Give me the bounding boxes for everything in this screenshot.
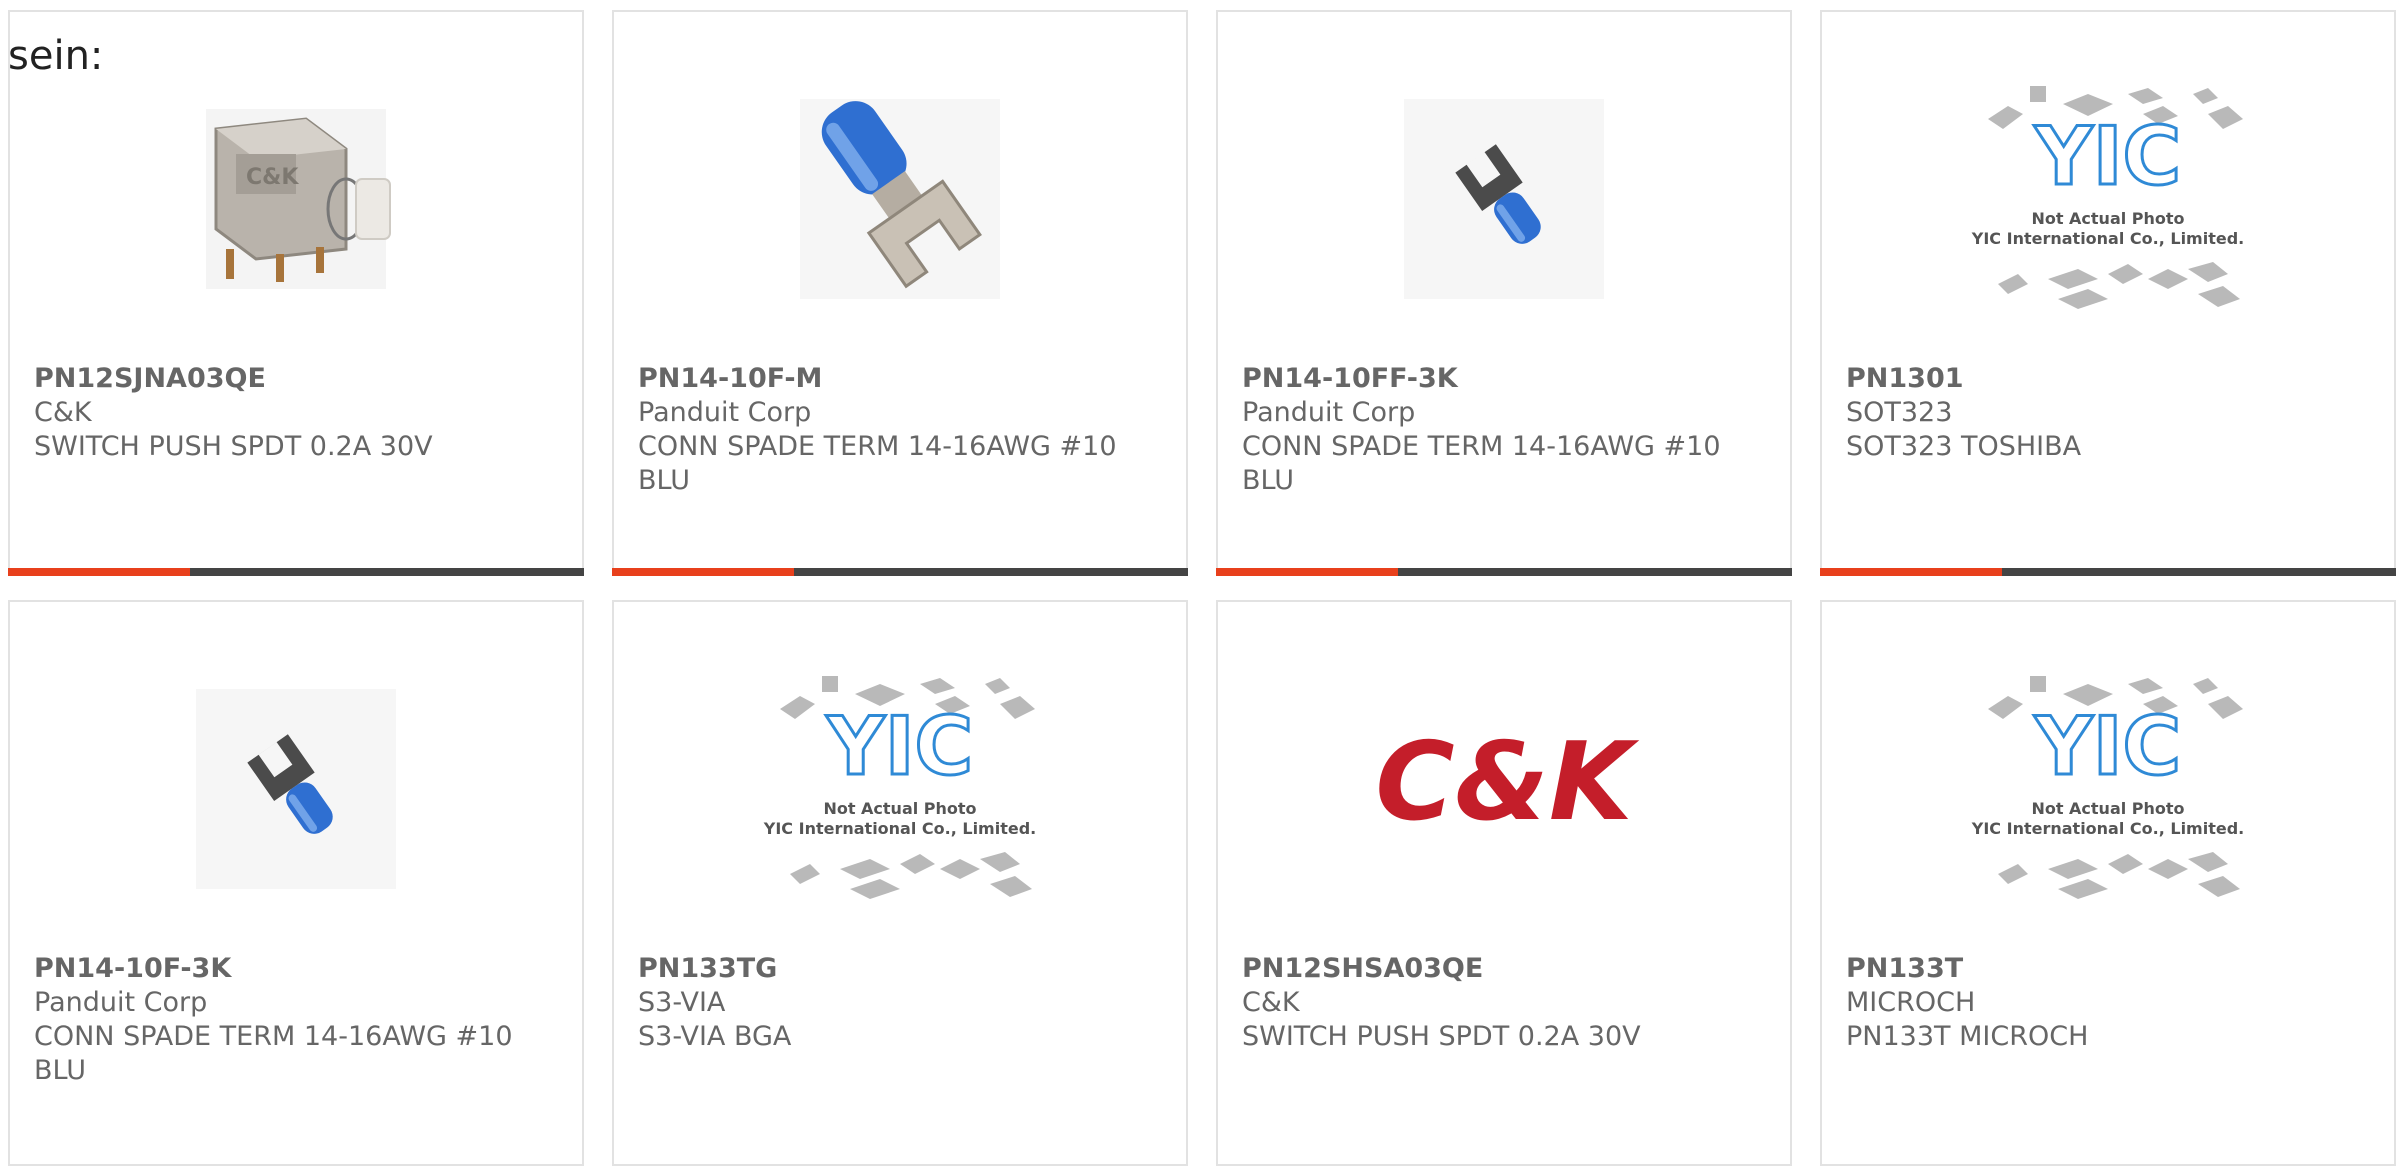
- placeholder-logo: YIC: [2034, 110, 2181, 203]
- placeholder-line2: YIC International Co., Limited.: [763, 819, 1036, 838]
- placeholder-line2: YIC International Co., Limited.: [1971, 229, 2244, 248]
- part-number[interactable]: PN133TG: [638, 952, 1166, 986]
- part-number[interactable]: PN1301: [1846, 362, 2374, 396]
- description: CONN SPADE TERM 14-16AWG #10 BLU: [34, 1021, 513, 1086]
- placeholder-line2: YIC International Co., Limited.: [1971, 819, 2244, 838]
- description: SOT323 TOSHIBA: [1846, 431, 2082, 462]
- push-switch-image: C&K: [206, 109, 391, 289]
- description: SWITCH PUSH SPDT 0.2A 30V: [34, 431, 433, 462]
- svg-text:C&K: C&K: [246, 165, 299, 190]
- manufacturer: Panduit Corp: [34, 987, 208, 1018]
- placeholder-logo: YIC: [2034, 700, 2181, 793]
- manufacturer: Panduit Corp: [1242, 397, 1416, 428]
- product-card[interactable]: YIC Not Actual Photo YIC International C…: [612, 600, 1188, 1166]
- ck-brand-logo: C&K: [1375, 720, 1639, 845]
- placeholder-line1: Not Actual Photo: [2031, 799, 2184, 818]
- product-card[interactable]: YIC Not Actual Photo YIC International C…: [1820, 10, 2396, 576]
- card-accent-bar: [1820, 568, 2396, 576]
- description: S3-VIA BGA: [638, 1021, 792, 1052]
- manufacturer: C&K: [34, 397, 92, 428]
- description: SWITCH PUSH SPDT 0.2A 30V: [1242, 1021, 1641, 1052]
- part-number[interactable]: PN14-10F-3K: [34, 952, 562, 986]
- not-actual-photo-placeholder: YIC Not Actual Photo YIC International C…: [1971, 676, 2244, 899]
- product-card[interactable]: C&K PN12SJNA03QE C&K SWITCH PUSH SPDT 0.…: [8, 10, 584, 576]
- placeholder-line1: Not Actual Photo: [2031, 209, 2184, 228]
- part-number[interactable]: PN133T: [1846, 952, 2374, 986]
- manufacturer: MICROCH: [1846, 987, 1976, 1018]
- manufacturer: SOT323: [1846, 397, 1953, 428]
- product-image[interactable]: YIC Not Actual Photo YIC International C…: [760, 664, 1040, 914]
- part-number[interactable]: PN14-10F-M: [638, 362, 1166, 396]
- placeholder-logo: YIC: [826, 700, 973, 793]
- product-image[interactable]: [760, 74, 1040, 324]
- product-image[interactable]: [1364, 74, 1644, 324]
- manufacturer: Panduit Corp: [638, 397, 812, 428]
- product-image[interactable]: C&K: [1364, 664, 1644, 914]
- part-number[interactable]: PN12SHSA03QE: [1242, 952, 1770, 986]
- product-image[interactable]: C&K: [156, 74, 436, 324]
- description: CONN SPADE TERM 14-16AWG #10 BLU: [1242, 431, 1721, 496]
- product-image[interactable]: [156, 664, 436, 914]
- intro-text: sein:: [8, 33, 104, 79]
- card-accent-bar: [8, 568, 584, 576]
- not-actual-photo-placeholder: YIC Not Actual Photo YIC International C…: [763, 676, 1036, 899]
- manufacturer: C&K: [1242, 987, 1300, 1018]
- card-accent-bar: [1216, 568, 1792, 576]
- card-accent-bar: [612, 568, 1188, 576]
- spade-terminal-image: [800, 99, 1000, 299]
- manufacturer: S3-VIA: [638, 987, 726, 1018]
- product-card[interactable]: PN14-10F-M Panduit Corp CONN SPADE TERM …: [612, 10, 1188, 576]
- not-actual-photo-placeholder: YIC Not Actual Photo YIC International C…: [1971, 86, 2244, 309]
- product-card[interactable]: C&K PN12SHSA03QE C&K SWITCH PUSH SPDT 0.…: [1216, 600, 1792, 1166]
- product-image[interactable]: YIC Not Actual Photo YIC International C…: [1968, 664, 2248, 914]
- product-card[interactable]: PN14-10F-3K Panduit Corp CONN SPADE TERM…: [8, 600, 584, 1166]
- product-image[interactable]: YIC Not Actual Photo YIC International C…: [1968, 74, 2248, 324]
- brand-logo-text: C&K: [1375, 720, 1639, 845]
- spade-terminal-image: [196, 689, 396, 889]
- part-number[interactable]: PN14-10FF-3K: [1242, 362, 1770, 396]
- part-number[interactable]: PN12SJNA03QE: [34, 362, 562, 396]
- product-card[interactable]: PN14-10FF-3K Panduit Corp CONN SPADE TER…: [1216, 10, 1792, 576]
- description: PN133T MICROCH: [1846, 1021, 2089, 1052]
- spade-terminal-image: [1404, 99, 1604, 299]
- product-card[interactable]: YIC Not Actual Photo YIC International C…: [1820, 600, 2396, 1166]
- placeholder-line1: Not Actual Photo: [823, 799, 976, 818]
- description: CONN SPADE TERM 14-16AWG #10 BLU: [638, 431, 1117, 496]
